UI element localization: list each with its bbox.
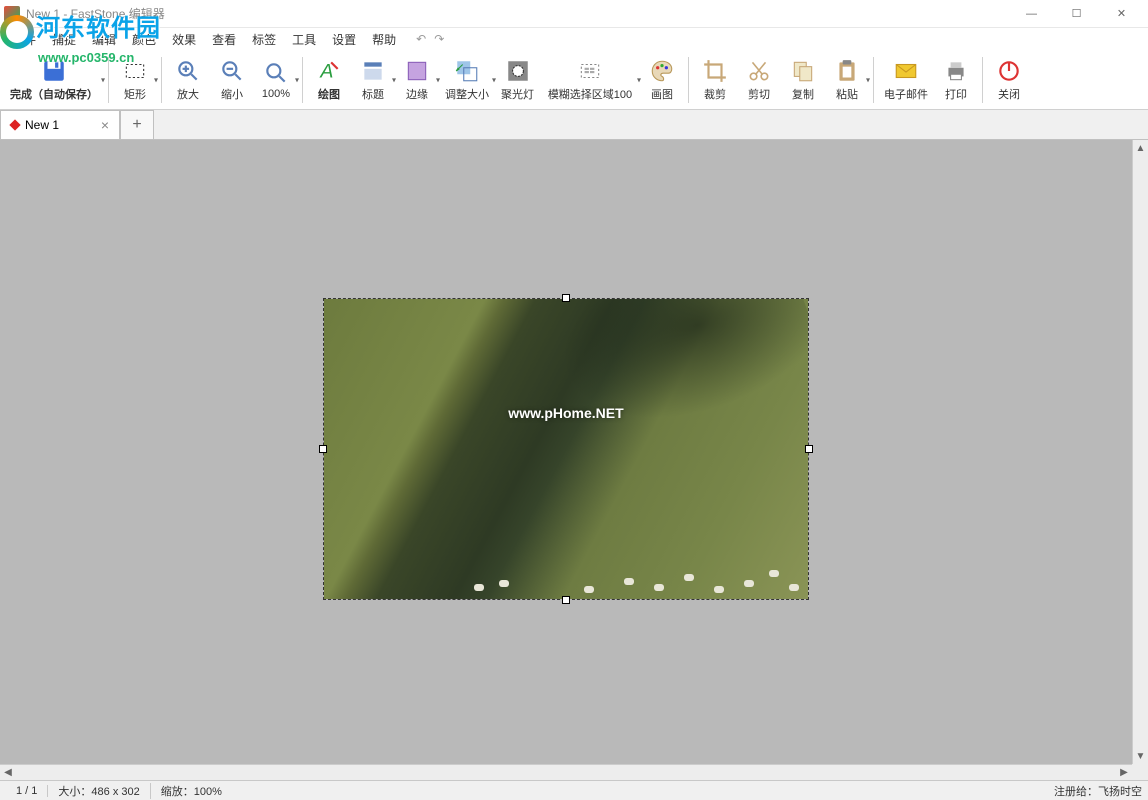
email-icon — [893, 58, 919, 84]
title-bar: New 1 - FastStone 编辑器 — ☐ ✕ — [0, 0, 1148, 28]
edge-button[interactable]: ▾ 边缘 — [395, 56, 439, 104]
unsaved-indicator-icon — [9, 119, 20, 130]
crop-icon — [702, 58, 728, 84]
menu-file[interactable]: 文件 — [4, 29, 44, 50]
scroll-corner — [1132, 764, 1148, 780]
resize-handle-n[interactable] — [562, 294, 570, 302]
close-button[interactable]: 关闭 — [987, 56, 1031, 104]
spotlight-button[interactable]: 聚光灯 — [495, 56, 540, 104]
window-title: New 1 - FastStone 编辑器 — [26, 5, 1009, 22]
scissors-icon — [746, 58, 772, 84]
image-watermark: www.pHome.NET — [508, 405, 623, 421]
menu-view[interactable]: 查看 — [204, 29, 244, 50]
paint-button[interactable]: 画图 — [640, 56, 684, 104]
zoom-in-button[interactable]: 放大 — [166, 56, 210, 104]
crop-button[interactable]: 裁剪 — [693, 56, 737, 104]
vertical-scrollbar[interactable]: ▲ ▼ — [1132, 140, 1148, 764]
draw-button[interactable]: A 绘图 — [307, 56, 351, 104]
status-bar: 1 / 1 大小：486 x 302 缩放：100% 注册给：飞扬时空 — [0, 780, 1148, 800]
zoom-out-icon — [219, 58, 245, 84]
menu-tags[interactable]: 标签 — [244, 29, 284, 50]
menu-effect[interactable]: 效果 — [164, 29, 204, 50]
zoom-out-button[interactable]: 缩小 — [210, 56, 254, 104]
new-tab-button[interactable]: + — [120, 110, 154, 139]
menu-tools[interactable]: 工具 — [284, 29, 324, 50]
menu-settings[interactable]: 设置 — [324, 29, 364, 50]
status-page: 1 / 1 — [6, 785, 48, 797]
scroll-up-icon[interactable]: ▲ — [1133, 140, 1148, 156]
app-icon — [4, 6, 20, 22]
menu-help[interactable]: 帮助 — [364, 29, 404, 50]
blur-icon — [577, 58, 603, 84]
minimize-button[interactable]: — — [1009, 0, 1054, 28]
redo-button[interactable]: ↷ — [434, 32, 444, 46]
power-icon — [996, 58, 1022, 84]
print-button[interactable]: 打印 — [934, 56, 978, 104]
zoom-100-icon — [263, 60, 289, 86]
scroll-right-icon[interactable]: ▶ — [1116, 765, 1132, 781]
status-registered: 注册给：飞扬时空 — [1054, 783, 1142, 799]
copy-button[interactable]: 复制 — [781, 56, 825, 104]
scroll-down-icon[interactable]: ▼ — [1133, 748, 1148, 764]
undo-button[interactable]: ↶ — [416, 32, 426, 46]
resize-handle-s[interactable] — [562, 596, 570, 604]
menu-edit[interactable]: 编辑 — [84, 29, 124, 50]
title-icon — [360, 58, 386, 84]
tab-new1[interactable]: New 1 × — [0, 110, 120, 139]
spotlight-icon — [505, 58, 531, 84]
email-button[interactable]: 电子邮件 — [878, 56, 934, 104]
rectangle-button[interactable]: ▾ 矩形 — [113, 56, 157, 104]
cut-button[interactable]: 剪切 — [737, 56, 781, 104]
tab-label: New 1 — [25, 118, 93, 132]
save-icon — [41, 58, 67, 84]
blur-button[interactable]: ▾ 模糊选择区域100 — [540, 56, 640, 104]
resize-icon — [454, 58, 480, 84]
zoom-in-icon — [175, 58, 201, 84]
zoom-100-button[interactable]: ▾ 100% — [254, 58, 298, 102]
scroll-left-icon[interactable]: ◀ — [0, 765, 16, 781]
toolbar: ▾ 完成（自动保存） ▾ 矩形 放大 缩小 ▾ 100% A 绘图 ▾ 标题 ▾… — [0, 50, 1148, 110]
paste-icon — [834, 58, 860, 84]
resize-handle-w[interactable] — [319, 445, 327, 453]
close-window-button[interactable]: ✕ — [1099, 0, 1144, 28]
rectangle-icon — [122, 58, 148, 84]
print-icon — [943, 58, 969, 84]
menu-capture[interactable]: 捕捉 — [44, 29, 84, 50]
maximize-button[interactable]: ☐ — [1054, 0, 1099, 28]
horizontal-scrollbar[interactable]: ◀ ▶ — [0, 764, 1132, 780]
title-button[interactable]: ▾ 标题 — [351, 56, 395, 104]
done-button[interactable]: ▾ 完成（自动保存） — [4, 56, 104, 104]
status-zoom: 缩放：100% — [151, 783, 232, 799]
canvas-area[interactable]: www.pHome.NET ◀ ▶ ▲ ▼ — [0, 140, 1148, 780]
menu-bar: 文件 捕捉 编辑 颜色 效果 查看 标签 工具 设置 帮助 ↶ ↷ — [0, 28, 1148, 50]
menu-color[interactable]: 颜色 — [124, 29, 164, 50]
tab-close-button[interactable]: × — [99, 117, 111, 133]
paste-button[interactable]: ▾ 粘贴 — [825, 56, 869, 104]
resize-handle-e[interactable] — [805, 445, 813, 453]
image-content: www.pHome.NET — [324, 299, 808, 599]
image-selection[interactable]: www.pHome.NET — [323, 298, 809, 600]
draw-icon: A — [316, 58, 342, 84]
edge-icon — [404, 58, 430, 84]
tab-bar: New 1 × + — [0, 110, 1148, 140]
resize-button[interactable]: ▾ 调整大小 — [439, 56, 495, 104]
palette-icon — [649, 58, 675, 84]
copy-icon — [790, 58, 816, 84]
status-size: 大小：486 x 302 — [48, 783, 150, 799]
